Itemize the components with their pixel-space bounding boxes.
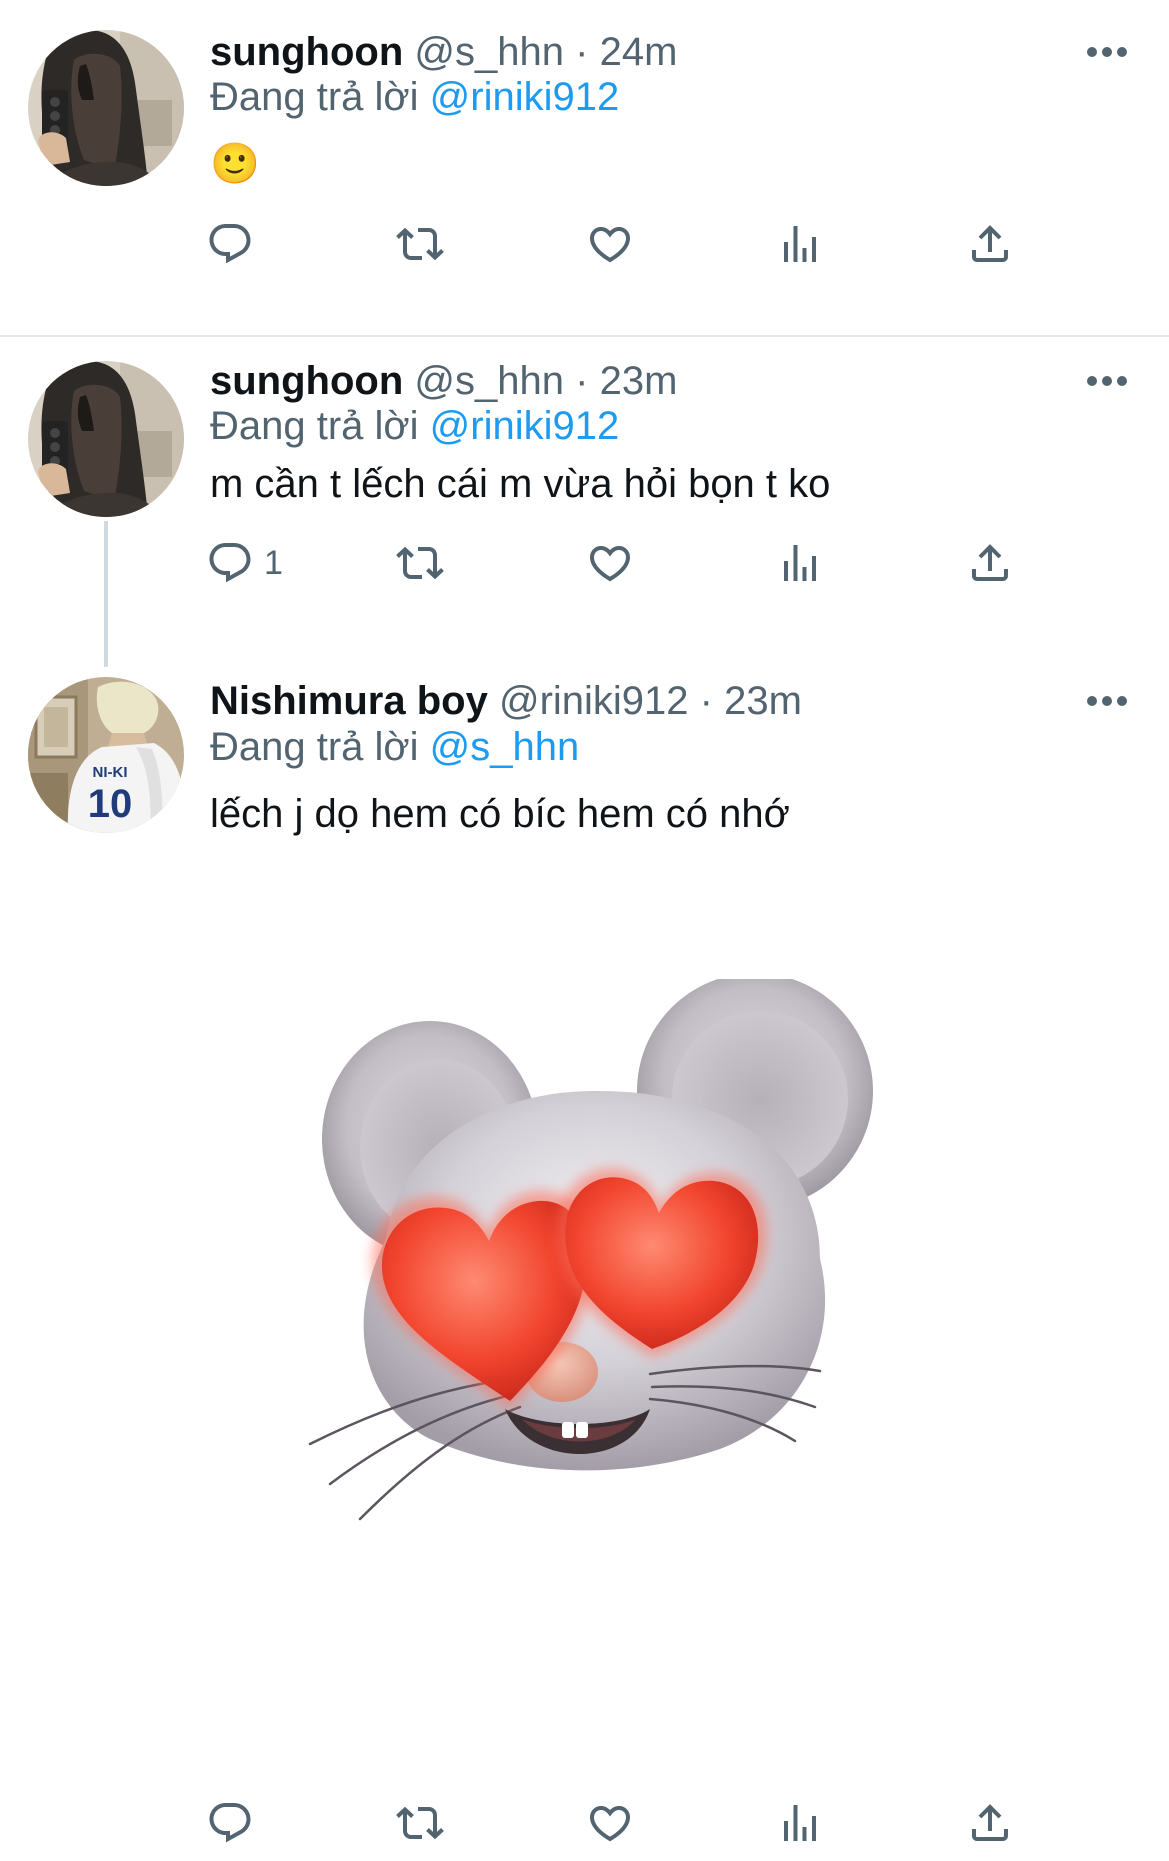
share-icon: [966, 220, 1014, 268]
timestamp[interactable]: 24m: [600, 30, 678, 74]
separator: ·: [575, 359, 589, 403]
views-icon: [776, 1799, 824, 1847]
tweet-actions: [0, 1793, 1169, 1853]
more-icon[interactable]: [1082, 42, 1132, 62]
tweet-2[interactable]: sunghoon @s_hhn · 23m Đang trả lời @rini…: [0, 337, 1169, 667]
avatar[interactable]: NI-KI 10: [28, 677, 184, 833]
reply-mention-link[interactable]: @riniki912: [430, 75, 620, 119]
tweet-text: m cần t lếch cái m vừa hỏi bọn t ko: [210, 462, 831, 506]
views-icon: [776, 539, 824, 587]
jersey-number: 10: [88, 782, 133, 826]
retweet-button[interactable]: [396, 1793, 444, 1853]
more-icon[interactable]: [1082, 371, 1132, 391]
reply-button[interactable]: 1: [206, 533, 283, 593]
like-icon: [586, 539, 634, 587]
retweet-button[interactable]: [396, 533, 444, 593]
views-button[interactable]: [776, 1793, 824, 1853]
like-icon: [586, 1799, 634, 1847]
share-button[interactable]: [966, 214, 1014, 274]
views-button[interactable]: [776, 214, 824, 274]
tweet-text: 🙂: [210, 140, 260, 188]
reply-button[interactable]: [206, 214, 264, 274]
replying-to-label: Đang trả lời: [210, 725, 419, 769]
tweet-actions: 1: [0, 533, 1169, 593]
retweet-icon: [396, 1799, 444, 1847]
reply-icon: [206, 220, 254, 268]
slightly-smiling-emoji: 🙂: [210, 142, 260, 186]
tweet-header: sunghoon @s_hhn · 24m: [210, 28, 677, 76]
share-icon: [966, 539, 1014, 587]
display-name[interactable]: Nishimura boy: [210, 679, 488, 723]
jersey-name: NI-KI: [93, 764, 128, 781]
like-icon: [586, 220, 634, 268]
separator: ·: [575, 30, 589, 74]
reply-button[interactable]: [206, 1793, 264, 1853]
replying-to-label: Đang trả lời: [210, 75, 419, 119]
reply-icon: [206, 1799, 254, 1847]
timestamp[interactable]: 23m: [600, 359, 678, 403]
like-button[interactable]: [586, 533, 634, 593]
replying-to-label: Đang trả lời: [210, 404, 419, 448]
handle[interactable]: @s_hhn: [414, 30, 564, 74]
tweet-1[interactable]: sunghoon @s_hhn · 24m Đang trả lời @rini…: [0, 0, 1169, 286]
replying-to: Đang trả lời @riniki912: [210, 73, 619, 121]
timestamp[interactable]: 23m: [724, 679, 802, 723]
reply-mention-link[interactable]: @riniki912: [430, 404, 620, 448]
avatar[interactable]: [28, 361, 184, 517]
tweet-text: lếch j dọ hem có bíc hem có nhớ: [210, 792, 790, 836]
display-name[interactable]: sunghoon: [210, 30, 403, 74]
like-button[interactable]: [586, 214, 634, 274]
avatar[interactable]: [28, 30, 184, 186]
retweet-icon: [396, 220, 444, 268]
handle[interactable]: @s_hhn: [414, 359, 564, 403]
like-button[interactable]: [586, 1793, 634, 1853]
share-icon: [966, 1799, 1014, 1847]
more-icon[interactable]: [1082, 691, 1132, 711]
reply-count: 1: [264, 543, 283, 582]
retweet-icon: [396, 539, 444, 587]
tweet-header: sunghoon @s_hhn · 23m: [210, 357, 677, 405]
display-name[interactable]: sunghoon: [210, 359, 403, 403]
tweet-actions: [0, 214, 1169, 274]
share-button[interactable]: [966, 533, 1014, 593]
reply-mention-link[interactable]: @s_hhn: [430, 725, 580, 769]
views-button[interactable]: [776, 533, 824, 593]
separator: ·: [699, 679, 713, 723]
tweet-3[interactable]: NI-KI 10 Nishimura boy @riniki912 · 23m …: [0, 667, 1169, 1861]
replying-to: Đang trả lời @s_hhn: [210, 723, 579, 771]
handle[interactable]: @riniki912: [499, 679, 689, 723]
share-button[interactable]: [966, 1793, 1014, 1853]
views-icon: [776, 220, 824, 268]
retweet-button[interactable]: [396, 214, 444, 274]
replying-to: Đang trả lời @riniki912: [210, 402, 619, 450]
reply-icon: [206, 539, 254, 587]
mouse-memoji-sticker[interactable]: [300, 979, 960, 1599]
tweet-header: Nishimura boy @riniki912 · 23m: [210, 677, 802, 725]
